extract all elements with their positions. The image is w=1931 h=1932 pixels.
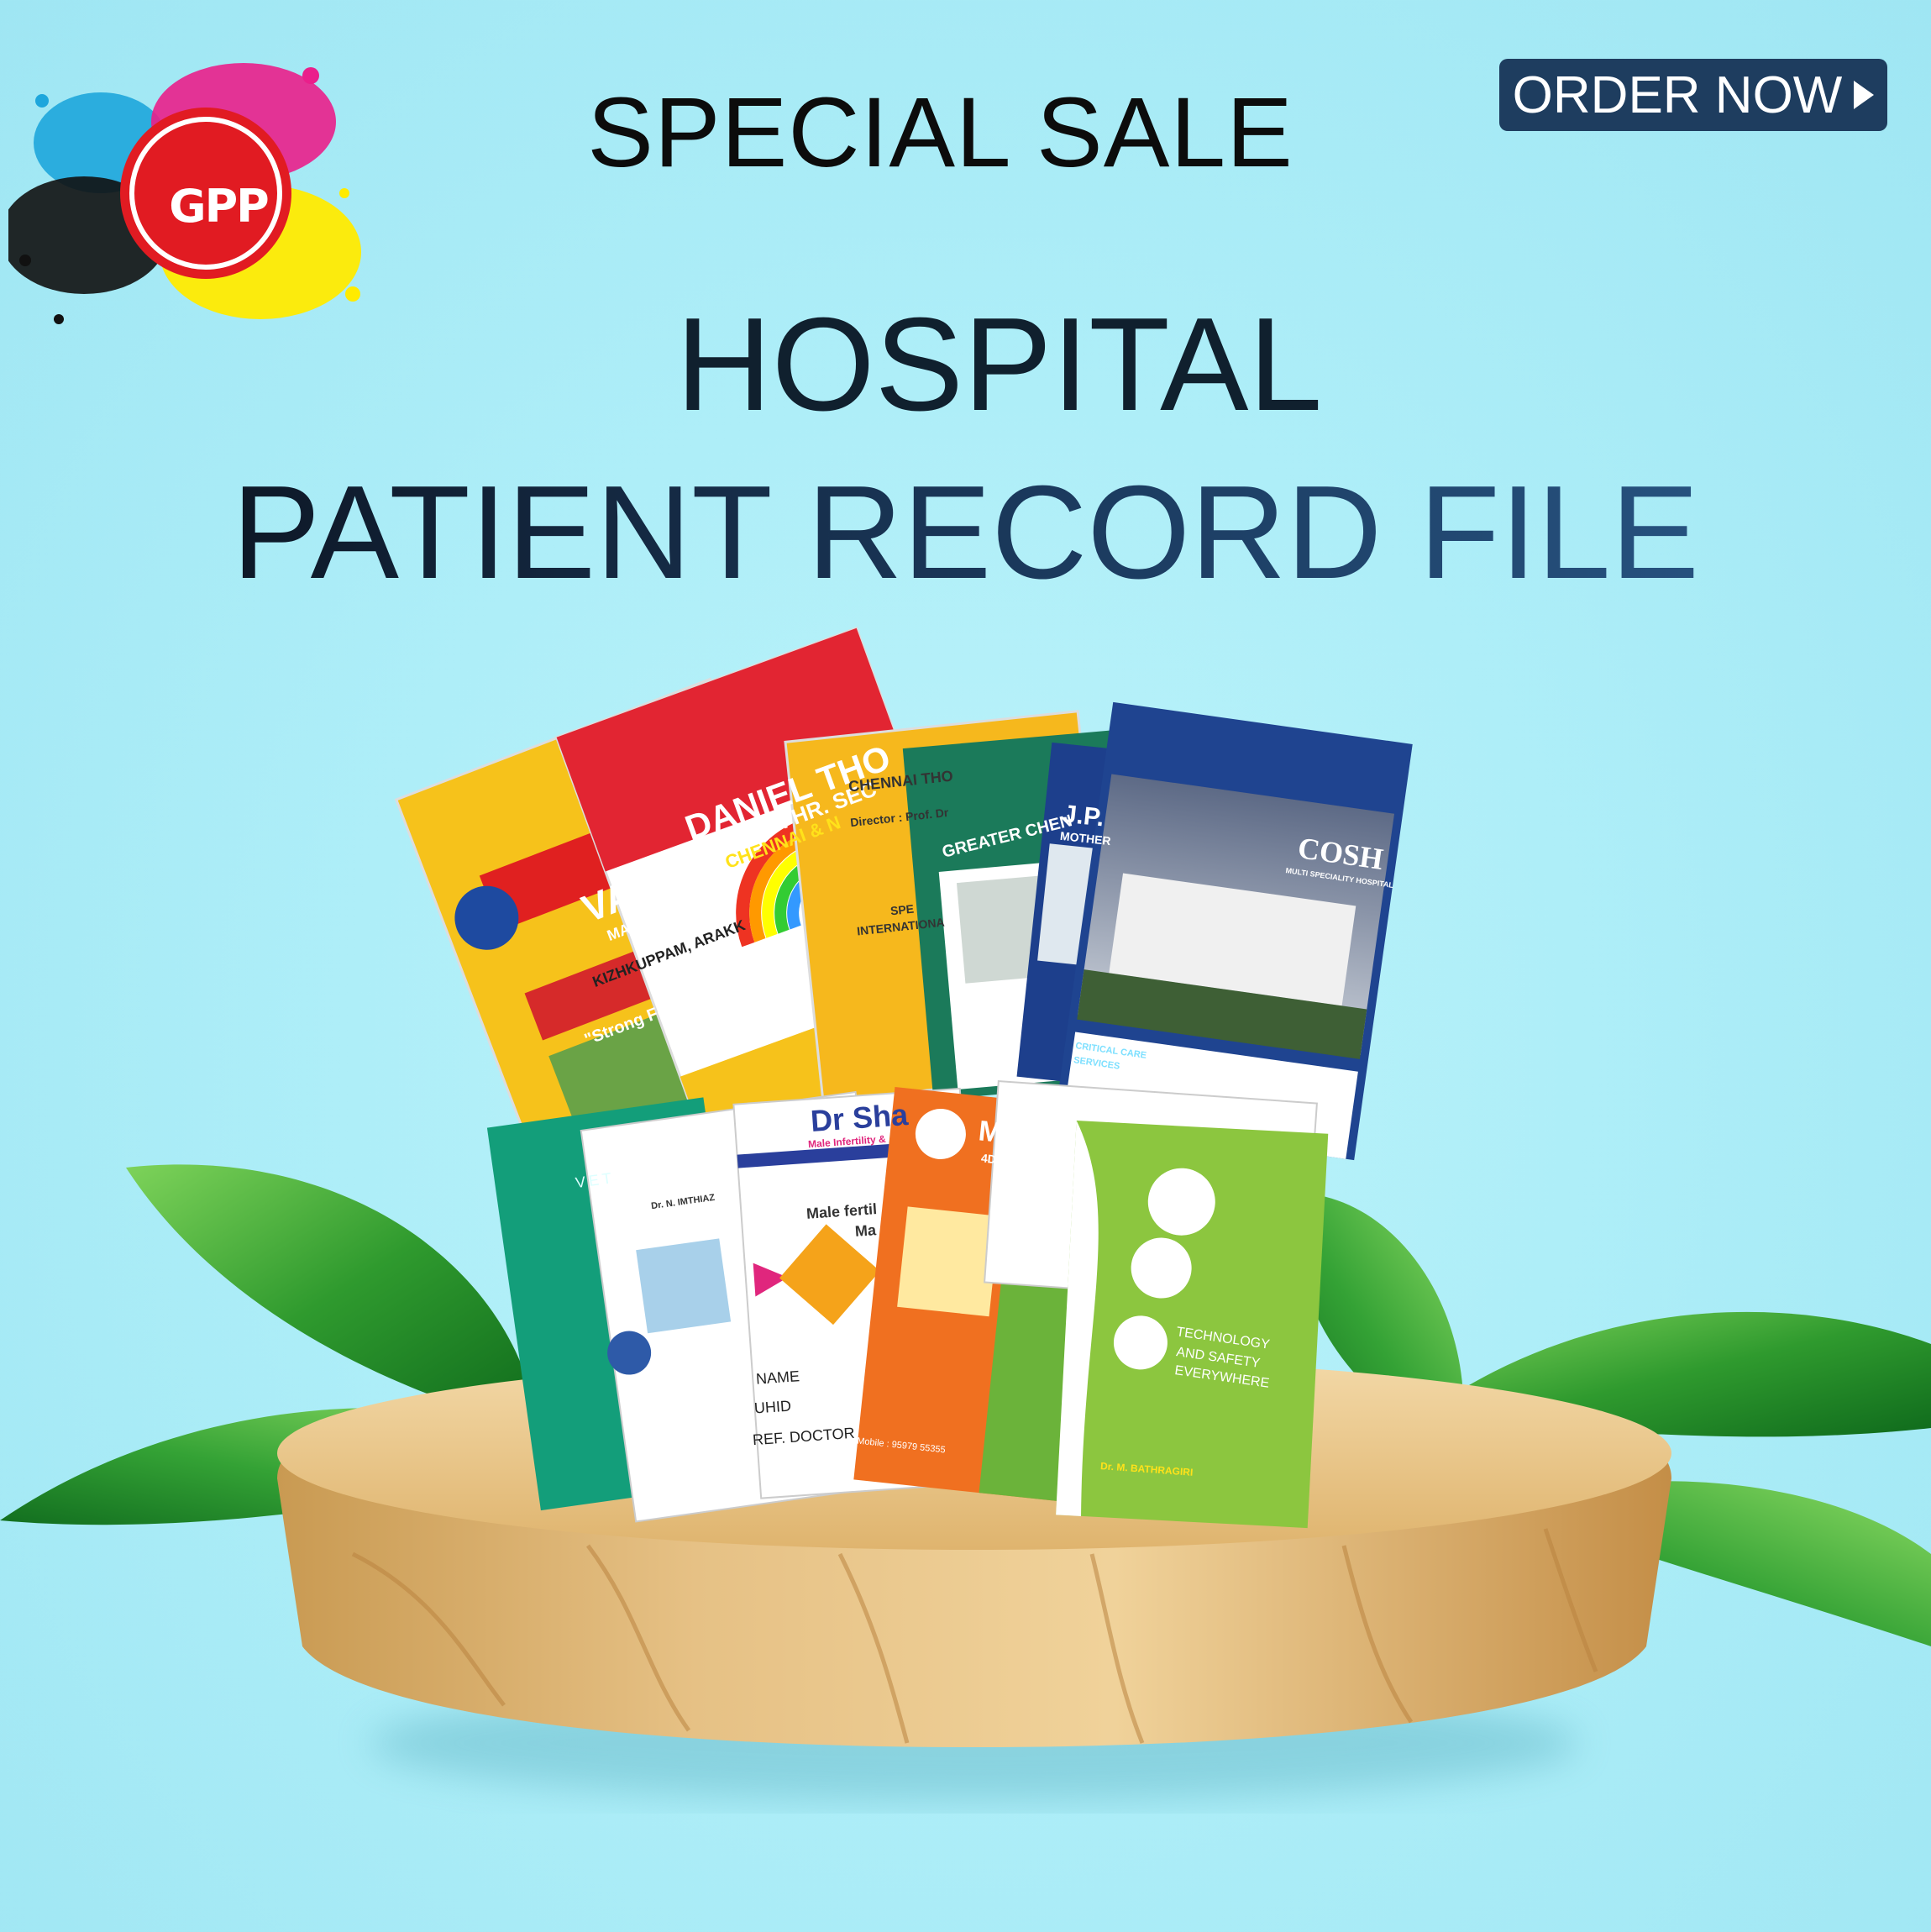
field-uhid-label: UHID (753, 1397, 792, 1417)
order-now-button[interactable]: ORDER NOW (1499, 59, 1887, 131)
cover-mo-title: MO (977, 1115, 1026, 1152)
play-arrow-icon (1854, 81, 1875, 109)
cover-mo-sub: 4D U (980, 1151, 1009, 1168)
cover-chennai-spec: SPE (889, 901, 915, 918)
cover-male-ma: Ma (854, 1221, 877, 1240)
cover-drsha-title: Dr Sha (809, 1097, 910, 1138)
order-now-label: ORDER NOW (1512, 66, 1843, 124)
headline-patient-record-file: PATIENT RECORD FILE (0, 466, 1931, 599)
cover-jp-title: J.P. (1061, 800, 1106, 832)
field-name-label: NAME (755, 1368, 800, 1388)
headline-hospital: HOSPITAL (675, 291, 1323, 438)
